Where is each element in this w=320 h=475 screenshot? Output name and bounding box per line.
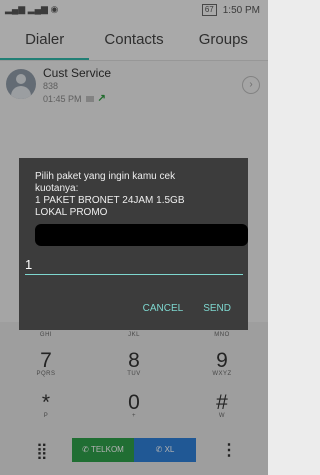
- cancel-button[interactable]: CANCEL: [143, 303, 184, 314]
- dialog-actions: CANCEL SEND: [143, 303, 231, 314]
- send-button[interactable]: SEND: [203, 303, 231, 314]
- ussd-dialog: Pilih paket yang ingin kamu cek kuotanya…: [19, 158, 248, 330]
- redacted-area: [35, 224, 248, 246]
- reply-input[interactable]: 1: [25, 257, 243, 275]
- dialog-message: Pilih paket yang ingin kamu cek kuotanya…: [35, 171, 185, 218]
